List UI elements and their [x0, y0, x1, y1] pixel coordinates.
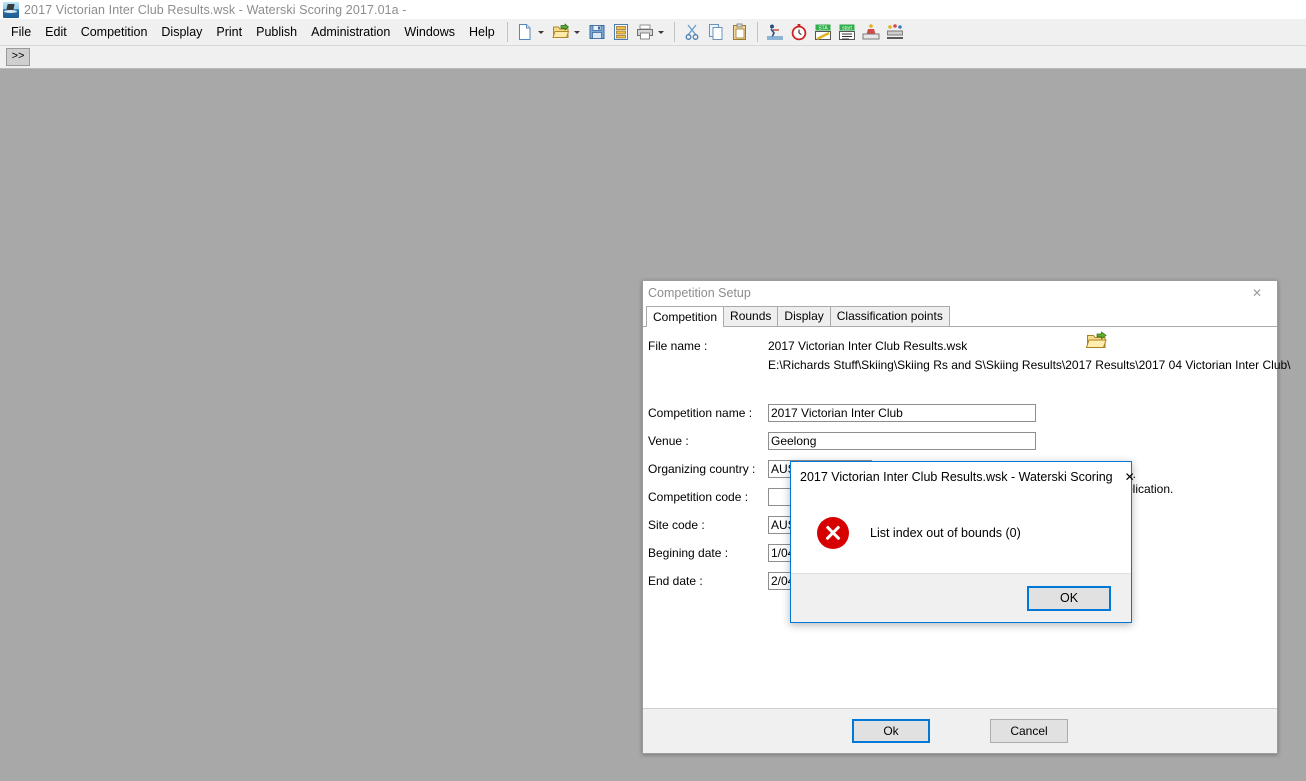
- open-folder-icon: [1085, 331, 1107, 348]
- toolbar-separator: [506, 22, 508, 42]
- file-path-row: E:\Richards Stuff\Skiing\Skiing Rs and S…: [648, 355, 1291, 374]
- tab-classification-points[interactable]: Classification points: [829, 306, 950, 326]
- venue-row: Venue :: [643, 427, 1277, 455]
- error-ok-button[interactable]: OK: [1027, 585, 1111, 611]
- tab-rounds[interactable]: Rounds: [723, 306, 779, 326]
- toolbar-separator: [673, 22, 675, 42]
- chevron-down-icon: [573, 31, 580, 34]
- print-preview-button[interactable]: [609, 21, 633, 43]
- error-message-text: List index out of bounds (0): [870, 525, 1021, 540]
- open-folder-icon: [552, 23, 569, 38]
- close-icon[interactable]: ✕: [1237, 282, 1277, 305]
- toolbar-overflow-row: >>: [0, 46, 1306, 69]
- error-dialog-body: List index out of bounds (0): [791, 492, 1131, 573]
- file-name-value: 2017 Victorian Inter Club Results.wsk: [768, 338, 968, 353]
- file-name-label: File name :: [648, 338, 708, 353]
- cancel-button[interactable]: Cancel: [990, 719, 1068, 743]
- chevron-down-icon: [657, 31, 664, 34]
- competition-name-label: Competition name :: [648, 406, 753, 420]
- teams-button[interactable]: [883, 21, 907, 43]
- begining-date-label: Begining date :: [648, 546, 729, 560]
- skier-button[interactable]: [763, 21, 787, 43]
- site-code-label: Site code :: [648, 518, 705, 532]
- new-document-icon: [518, 24, 531, 40]
- venue-input[interactable]: [768, 432, 1036, 450]
- close-icon[interactable]: ✕: [1113, 463, 1147, 492]
- error-dialog-title: 2017 Victorian Inter Club Results.wsk - …: [800, 470, 1113, 484]
- error-message-dialog: 2017 Victorian Inter Club Results.wsk - …: [790, 461, 1135, 623]
- cut-button[interactable]: [680, 21, 704, 43]
- start-order-icon: STA: [814, 24, 831, 41]
- paste-button[interactable]: [728, 21, 752, 43]
- end-date-label: End date :: [648, 574, 703, 588]
- error-cross-icon: [817, 516, 849, 549]
- podium-icon: [862, 24, 880, 40]
- menu-item-display[interactable]: Display: [154, 21, 209, 43]
- paste-icon: [732, 23, 746, 40]
- copy-icon: [708, 24, 723, 40]
- menu-item-windows[interactable]: Windows: [397, 21, 462, 43]
- ok-button[interactable]: Ok: [852, 719, 930, 743]
- competition-name-row: Competition name :: [643, 399, 1277, 427]
- start-list-icon: start: [838, 24, 855, 40]
- copy-button[interactable]: [704, 21, 728, 43]
- skier-icon: [766, 24, 783, 40]
- menu-item-edit[interactable]: Edit: [38, 21, 74, 43]
- venue-label: Venue :: [648, 434, 689, 448]
- save-icon: [589, 25, 605, 39]
- tab-competition[interactable]: Competition: [646, 306, 725, 327]
- teams-icon: [886, 24, 903, 39]
- save-button[interactable]: [585, 21, 609, 43]
- error-dialog-title-bar: 2017 Victorian Inter Club Results.wsk - …: [791, 462, 1135, 492]
- podium-button[interactable]: [859, 21, 883, 43]
- error-dialog-footer: OK: [791, 573, 1131, 622]
- competition-setup-title: Competition Setup: [648, 286, 751, 300]
- window-title: 2017 Victorian Inter Club Results.wsk - …: [24, 2, 407, 17]
- file-name-block: File name : 2017 Victorian Inter Club Re…: [643, 336, 1291, 374]
- organizing-country-label: Organizing country :: [648, 462, 756, 476]
- competition-setup-footer: Ok Cancel: [643, 708, 1277, 753]
- new-document-button[interactable]: [513, 21, 549, 43]
- open-folder-button[interactable]: [549, 21, 585, 43]
- svg-text:STA: STA: [818, 26, 828, 32]
- toolbar-separator: [756, 22, 758, 42]
- browse-file-button[interactable]: [1085, 331, 1108, 350]
- chevron-down-icon: [537, 31, 544, 34]
- print-button[interactable]: [633, 21, 669, 43]
- print-preview-icon: [613, 24, 628, 40]
- menu-bar: File Edit Competition Display Print Publ…: [0, 19, 1306, 46]
- start-order-button[interactable]: STA: [811, 21, 835, 43]
- competition-code-label: Competition code :: [648, 490, 749, 504]
- competition-name-input[interactable]: [768, 404, 1036, 422]
- waterski-app-icon: [3, 1, 19, 18]
- menu-item-competition[interactable]: Competition: [74, 21, 155, 43]
- competition-setup-tabs: Competition Rounds Display Classificatio…: [643, 305, 1277, 327]
- file-name-row: File name : 2017 Victorian Inter Club Re…: [648, 336, 1277, 355]
- menu-item-file[interactable]: File: [4, 21, 38, 43]
- cut-icon: [685, 24, 699, 40]
- stopwatch-icon: [791, 24, 807, 41]
- menu-item-publish[interactable]: Publish: [249, 21, 304, 43]
- stopwatch-button[interactable]: [787, 21, 811, 43]
- print-icon: [636, 24, 653, 40]
- competition-setup-title-bar: Competition Setup ✕: [643, 281, 1277, 305]
- tab-display[interactable]: Display: [777, 306, 831, 326]
- menu-item-administration[interactable]: Administration: [304, 21, 397, 43]
- toolbar-overflow-button[interactable]: >>: [6, 48, 30, 66]
- file-path-value: E:\Richards Stuff\Skiing\Skiing Rs and S…: [768, 357, 1291, 372]
- menu-item-print[interactable]: Print: [209, 21, 249, 43]
- title-bar: 2017 Victorian Inter Club Results.wsk - …: [0, 0, 1306, 19]
- menu-item-help[interactable]: Help: [462, 21, 502, 43]
- svg-text:start: start: [842, 26, 852, 32]
- start-list-button[interactable]: start: [835, 21, 859, 43]
